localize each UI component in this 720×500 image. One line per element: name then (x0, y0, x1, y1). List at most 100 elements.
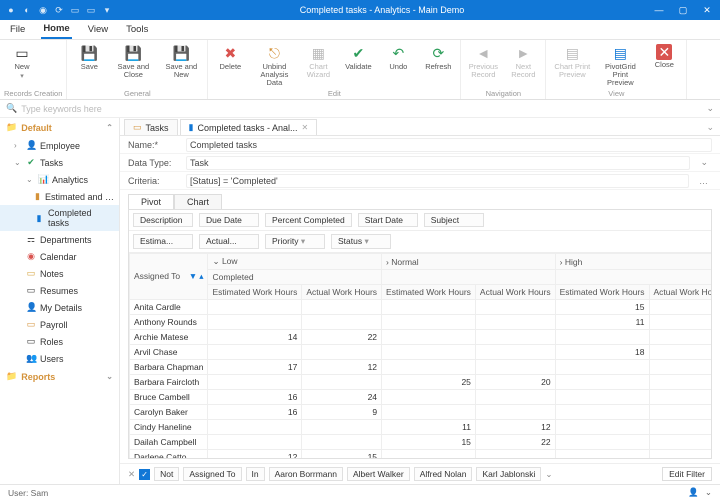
new-icon: ▭ (13, 44, 31, 62)
ribbon: ▭New▾ Records Creation 💾Save 💾Save and C… (0, 40, 720, 100)
assigned-to-header[interactable]: Assigned To ▴ ▼ (130, 254, 208, 300)
table-row[interactable]: Cindy Haneline11121112 (130, 420, 712, 435)
filter-not[interactable]: Not (154, 467, 179, 481)
qat-icon[interactable]: ◉ (38, 5, 48, 15)
nav-payroll[interactable]: ▭Payroll (0, 316, 119, 333)
data-field-area[interactable]: Estima... Actual... Priority ▾ Status ▾ (129, 231, 711, 253)
filter-name[interactable]: Albert Walker (347, 467, 410, 481)
table-row[interactable]: Archie Matese14221422 (130, 330, 712, 345)
validate-button[interactable]: ✔Validate (340, 42, 376, 71)
tab-completed-tasks[interactable]: ▮Completed tasks - Anal...✕ (180, 119, 318, 135)
filter-field-area[interactable]: Description Due Date Percent Completed S… (129, 210, 711, 231)
nav-calendar[interactable]: ◉Calendar (0, 248, 119, 265)
tab-chart[interactable]: Chart (174, 194, 222, 209)
nav-group-reports[interactable]: 📁Reports⌄ (0, 367, 119, 386)
status-completed-header: Completed (208, 270, 382, 285)
chevron-down-icon[interactable]: ⌄ (706, 103, 714, 114)
nav-roles[interactable]: ▭Roles (0, 333, 119, 350)
nav-completed-tasks[interactable]: ▮Completed tasks (0, 205, 119, 231)
priority-high-header[interactable]: › High (555, 254, 711, 270)
unbind-button[interactable]: ⎋Unbind Analysis Data (252, 42, 296, 87)
save-new-button[interactable]: 💾Save and New (159, 42, 203, 79)
menu-home[interactable]: Home (41, 20, 71, 39)
nav-group-default[interactable]: 📁Default⌃ (0, 118, 119, 137)
edit-filter-button[interactable]: Edit Filter (662, 467, 712, 481)
table-row[interactable]: Dailah Campbell15221522 (130, 435, 712, 450)
refresh-button[interactable]: ⟳Refresh (420, 42, 456, 71)
nav-estimated[interactable]: ▮Estimated and actual work (0, 188, 119, 205)
table-row[interactable]: Anthony Rounds111111 (130, 315, 712, 330)
pivot-print-button[interactable]: ▤PivotGrid Print Preview (598, 42, 642, 87)
save-button[interactable]: 💾Save (71, 42, 107, 71)
name-field[interactable]: Completed tasks (186, 138, 712, 152)
ribbon-group-label: View (550, 88, 682, 98)
note-icon: ▭ (26, 268, 36, 279)
filter-name[interactable]: Aaron Borrmann (269, 467, 343, 481)
chevron-down-icon[interactable]: ▾ (102, 5, 112, 15)
field-description[interactable]: Description (133, 213, 193, 227)
tab-pivot[interactable]: Pivot (128, 194, 174, 209)
save-icon[interactable]: ▭ (70, 5, 80, 15)
maximize-icon[interactable]: ▢ (676, 5, 690, 16)
nav-departments[interactable]: ⚎Departments (0, 231, 119, 248)
refresh-icon[interactable]: ⟳ (54, 5, 64, 15)
table-row[interactable]: Darlene Catto12151215 (130, 450, 712, 459)
search-input[interactable]: Type keywords here (21, 104, 702, 114)
field-percent[interactable]: Percent Completed (265, 213, 352, 227)
nav-resumes[interactable]: ▭Resumes (0, 282, 119, 299)
filter-icon[interactable]: ▼ (189, 271, 197, 281)
nav-analytics[interactable]: ⌄📊Analytics (0, 171, 119, 188)
nav-notes[interactable]: ▭Notes (0, 265, 119, 282)
close-button[interactable]: ✕Close (646, 42, 682, 69)
delete-button[interactable]: ✖Delete (212, 42, 248, 71)
datatype-select[interactable]: Task (186, 156, 690, 170)
field-actual[interactable]: Actual... (199, 234, 259, 249)
qat-icon[interactable]: ◐ (22, 5, 32, 15)
filter-assigned[interactable]: Assigned To (183, 467, 241, 481)
field-priority[interactable]: Priority ▾ (265, 234, 325, 249)
menu-tools[interactable]: Tools (124, 21, 150, 38)
table-row[interactable]: Barbara Faircloth25202520 (130, 375, 712, 390)
table-row[interactable]: Bruce Cambell16241624 (130, 390, 712, 405)
chevron-down-icon[interactable]: ⌄ (545, 469, 552, 480)
chevron-down-icon[interactable]: ⌄ (705, 487, 712, 498)
filter-name[interactable]: Karl Jablonski (476, 467, 541, 481)
nav-tasks[interactable]: ⌄✔Tasks (0, 154, 119, 171)
menu-file[interactable]: File (8, 21, 27, 38)
table-row[interactable]: Arvil Chase18101810 (130, 345, 712, 360)
ellipsis-icon[interactable]: … (695, 176, 712, 186)
tab-tasks[interactable]: ▭Tasks (124, 119, 178, 135)
person-icon[interactable]: 👤 (688, 487, 699, 498)
field-startdate[interactable]: Start Date (358, 213, 418, 227)
criteria-field[interactable]: [Status] = 'Completed' (186, 174, 689, 188)
chevron-down-icon[interactable]: ⌄ (700, 120, 720, 135)
table-row[interactable]: Anita Cardle15171517 (130, 300, 712, 315)
undo-button[interactable]: ↶Undo (380, 42, 416, 71)
close-filter-icon[interactable]: ✕ (128, 469, 135, 480)
new-button[interactable]: ▭New▾ (4, 42, 40, 80)
nav-users[interactable]: 👥Users (0, 350, 119, 367)
table-row[interactable]: Carolyn Baker169169 (130, 405, 712, 420)
save-icon[interactable]: ▭ (86, 5, 96, 15)
menu-view[interactable]: View (86, 21, 110, 38)
priority-normal-header[interactable]: › Normal (382, 254, 556, 270)
close-tab-icon[interactable]: ✕ (302, 123, 309, 132)
minimize-icon[interactable]: — (652, 5, 666, 16)
field-estima[interactable]: Estima... (133, 234, 193, 249)
priority-low-header[interactable]: ⌄ Low (208, 254, 382, 270)
field-status[interactable]: Status ▾ (331, 234, 391, 249)
close-icon[interactable]: ✕ (700, 5, 714, 16)
field-duedate[interactable]: Due Date (199, 213, 259, 227)
nav-employee[interactable]: ›👤Employee (0, 137, 119, 154)
filter-in[interactable]: In (246, 467, 265, 481)
table-row[interactable]: Barbara Chapman17121712 (130, 360, 712, 375)
print-icon: ▤ (563, 44, 581, 62)
qat-icon[interactable]: ● (6, 5, 16, 15)
chevron-down-icon[interactable]: ⌄ (696, 157, 712, 168)
filter-checkbox[interactable]: ✓ (139, 469, 150, 480)
save-close-button[interactable]: 💾Save and Close (111, 42, 155, 79)
filter-bar: ✕ ✓ Not Assigned To In Aaron Borrmann Al… (120, 463, 720, 484)
field-subject[interactable]: Subject (424, 213, 484, 227)
nav-mydetails[interactable]: 👤My Details (0, 299, 119, 316)
filter-name[interactable]: Alfred Nolan (414, 467, 473, 481)
